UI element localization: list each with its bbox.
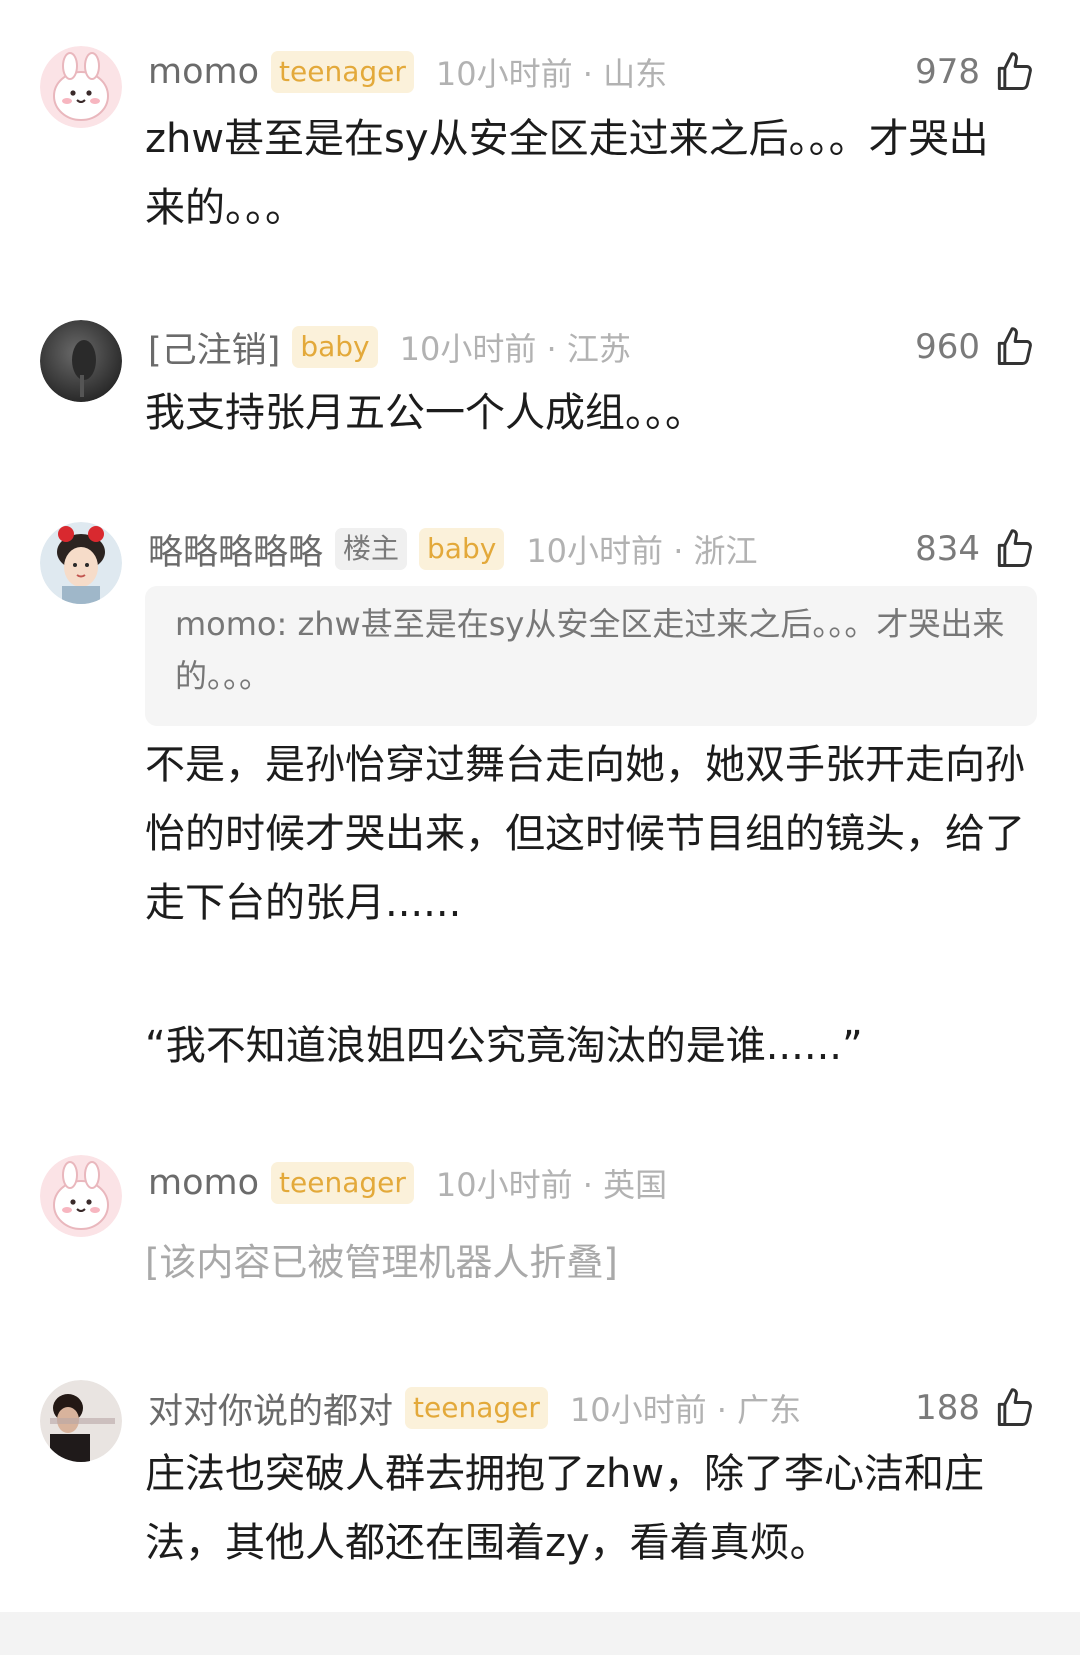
like-count: 960 xyxy=(915,327,980,367)
like-button[interactable]: 978 xyxy=(915,47,1036,97)
like-button[interactable]: 834 xyxy=(915,524,1036,574)
like-button[interactable]: 960 xyxy=(915,322,1036,372)
comment-meta: momo teenager 10小时前 · 英国 xyxy=(148,1158,667,1208)
avatar[interactable] xyxy=(40,46,122,128)
like-count: 834 xyxy=(915,529,980,569)
like-button[interactable]: 188 xyxy=(915,1383,1036,1433)
comment-text: 不是，是孙怡穿过舞台走向她，她双手张开走向孙怡的时候才哭出来，但这时候节目组的镜… xyxy=(145,742,1025,926)
like-count: 188 xyxy=(915,1388,980,1428)
comment-meta: 对对你说的都对 teenager 10小时前 · 广东 xyxy=(148,1383,801,1433)
bottom-bar xyxy=(0,1612,1080,1655)
thumbs-up-icon[interactable] xyxy=(992,325,1036,369)
comment-text: 庄法也突破人群去拥抱了zhw，除了李心洁和庄法，其他人都还在围着zy，看着真烦。 xyxy=(145,1451,985,1566)
username[interactable]: 对对你说的都对 xyxy=(148,1383,393,1434)
level-badge: teenager xyxy=(405,1387,548,1429)
op-badge: 楼主 xyxy=(335,528,408,570)
time-location: 10小时前 · 山东 xyxy=(435,55,668,93)
avatar[interactable] xyxy=(40,522,122,604)
level-badge: teenager xyxy=(271,51,414,93)
thumbs-up-icon[interactable] xyxy=(992,1386,1036,1430)
time-location: 10小时前 · 广东 xyxy=(569,1391,802,1429)
username[interactable]: momo xyxy=(148,52,259,92)
time-location: 10小时前 · 浙江 xyxy=(526,532,758,570)
comment-meta: [己注销] baby 10小时前 · 江苏 xyxy=(148,322,631,372)
username[interactable]: [己注销] xyxy=(148,322,280,373)
time-location: 10小时前 · 英国 xyxy=(435,1166,668,1204)
comment-text: 我支持张月五公一个人成组。。。 xyxy=(145,390,705,436)
thumbs-up-icon[interactable] xyxy=(992,50,1036,94)
level-badge: teenager xyxy=(271,1162,414,1204)
username[interactable]: 略略略略略 xyxy=(148,524,323,575)
quoted-reply[interactable]: momo: zhw甚至是在sy从安全区走过来之后。。。才哭出来的。。。 xyxy=(145,586,1037,726)
comment-text-quote-line: “我不知道浪姐四公究竟淘汰的是谁......” xyxy=(145,1023,863,1069)
username[interactable]: momo xyxy=(148,1163,259,1203)
avatar[interactable] xyxy=(40,320,122,402)
comment-meta: 略略略略略 楼主 baby 10小时前 · 浙江 xyxy=(148,524,758,574)
level-badge: baby xyxy=(419,528,505,570)
avatar[interactable] xyxy=(40,1380,122,1462)
time-location: 10小时前 · 江苏 xyxy=(399,330,631,368)
comment-meta: momo teenager 10小时前 · 山东 xyxy=(148,47,667,97)
comment-text: zhw甚至是在sy从安全区走过来之后。。。才哭出来的。。。 xyxy=(145,116,989,231)
like-count: 978 xyxy=(915,52,980,92)
folded-notice[interactable]: [该内容已被管理机器人折叠] xyxy=(145,1228,1025,1297)
level-badge: baby xyxy=(292,326,378,368)
avatar[interactable] xyxy=(40,1155,122,1237)
thumbs-up-icon[interactable] xyxy=(992,527,1036,571)
